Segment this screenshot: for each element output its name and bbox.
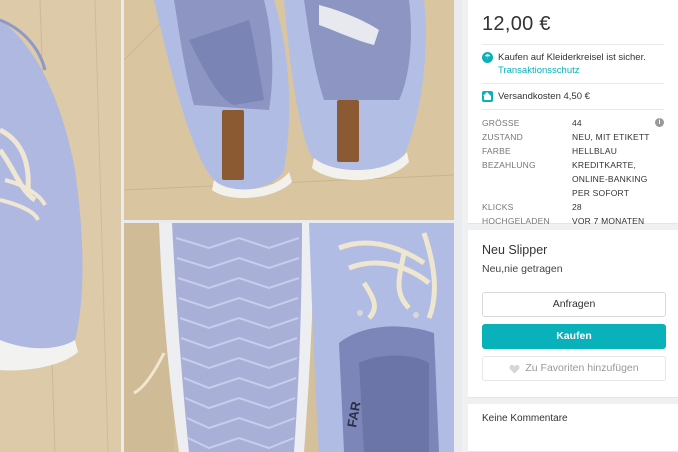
divider [482, 44, 664, 45]
detail-row-color: FARBE HELLBLAU [482, 144, 664, 158]
protection-link[interactable]: Transaktionsschutz [498, 64, 646, 77]
detail-key: FARBE [482, 146, 511, 156]
info-icon[interactable]: i [655, 118, 664, 127]
item-description: Neu,nie getragen [482, 263, 563, 275]
title-card: Neu Slipper Neu,nie getragen Anfragen Ka… [468, 230, 678, 398]
ask-button[interactable]: Anfragen [482, 292, 666, 317]
detail-key: BEZAHLUNG [482, 160, 536, 170]
heart-icon [509, 364, 520, 374]
detail-row-payment: BEZAHLUNG KREDITKARTE, ONLINE-BANKING PE… [482, 158, 664, 200]
add-favorite-button[interactable]: Zu Favoriten hinzufügen [482, 356, 666, 381]
detail-key: HOCHGELADEN [482, 216, 550, 226]
detail-key: KLICKS [482, 202, 514, 212]
item-details: i GRÖSSE 44 ZUSTAND NEU, MIT ETIKETT FAR… [482, 116, 664, 228]
divider [482, 109, 664, 110]
item-price: 12,00 € [482, 13, 551, 35]
protection-text: Kaufen auf Kleiderkreisel ist sicher. [498, 52, 646, 63]
photo-shoe-sole[interactable]: FAR [124, 223, 454, 452]
detail-value: 44 [572, 118, 582, 128]
detail-value: VOR 7 MONATEN [572, 216, 645, 226]
photo-shoe-heels[interactable] [124, 0, 454, 220]
detail-key: GRÖSSE [482, 118, 520, 128]
listing-sidebar: 12,00 € ☂ Kaufen auf Kleiderkreisel ist … [468, 0, 678, 452]
detail-value: NEU, MIT ETIKETT [572, 132, 650, 142]
comments-label: Keine Kommentare [482, 413, 568, 424]
photo-shoe-side[interactable] [0, 0, 121, 452]
detail-value: 28 [572, 202, 582, 212]
price-card: 12,00 € ☂ Kaufen auf Kleiderkreisel ist … [468, 0, 678, 226]
detail-row-condition: ZUSTAND NEU, MIT ETIKETT [482, 130, 664, 144]
detail-value: HELLBLAU [572, 146, 618, 156]
detail-row-uploaded: HOCHGELADEN VOR 7 MONATEN [482, 214, 664, 228]
shipping-text: Versandkosten 4,50 € [498, 91, 590, 102]
detail-row-size: GRÖSSE 44 [482, 116, 664, 130]
photo-gallery: FAR [0, 0, 462, 452]
favorite-label: Zu Favoriten hinzufügen [525, 362, 639, 374]
detail-value: KREDITKARTE, ONLINE-BANKING PER SOFORT [572, 160, 648, 198]
buy-button[interactable]: Kaufen [482, 324, 666, 349]
house-icon [482, 91, 493, 102]
detail-row-clicks: KLICKS 28 [482, 200, 664, 214]
buyer-protection-notice: ☂ Kaufen auf Kleiderkreisel ist sicher. … [482, 51, 664, 77]
divider [482, 83, 664, 84]
detail-key: ZUSTAND [482, 132, 523, 142]
item-title: Neu Slipper [482, 243, 548, 257]
comments-card: Keine Kommentare [468, 404, 678, 452]
shipping-notice: Versandkosten 4,50 € [482, 90, 664, 103]
umbrella-icon: ☂ [482, 52, 493, 63]
